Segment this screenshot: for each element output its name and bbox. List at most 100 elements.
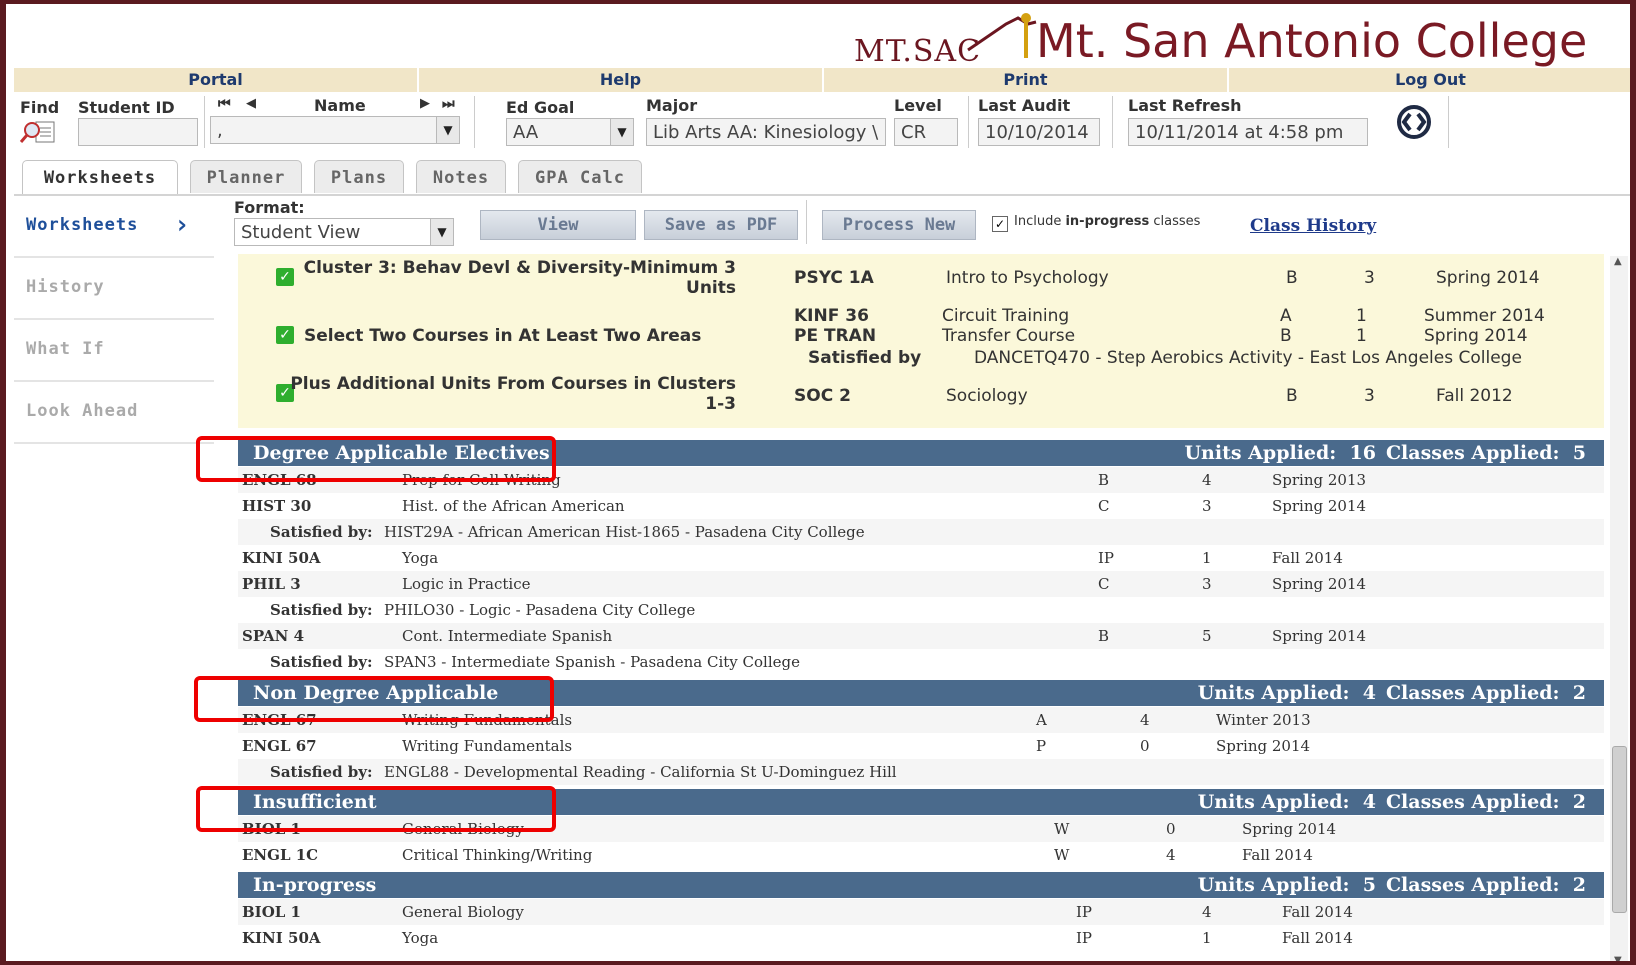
requirement-title-line: Cluster 3: Behav Devl & Diversity-Minimu… — [303, 258, 736, 278]
vertical-scrollbar[interactable]: ▲ ▼ — [1610, 256, 1628, 961]
tab-gpa-calc[interactable]: GPA Calc — [518, 160, 642, 193]
course-term: Spring 2014 — [1272, 627, 1367, 645]
class-history-link[interactable]: Class History — [1250, 216, 1376, 236]
course-row: BIOL 1 General Biology IP 4 Fall 2014 — [238, 899, 1604, 925]
level-field[interactable]: CR — [894, 118, 958, 146]
college-name: Mt. San Antonio College — [1036, 14, 1588, 68]
classes-applied-value: 2 — [1572, 682, 1586, 704]
course-title: Cont. Intermediate Spanish — [402, 627, 613, 645]
course-code: KINI 50A — [242, 929, 321, 947]
course-code: SPAN 4 — [242, 627, 305, 645]
last-audit-field: 10/10/2014 — [978, 118, 1100, 146]
course-units: 3 — [1202, 575, 1212, 593]
course-units: 3 — [1364, 268, 1375, 288]
top-navigation: Portal Help Print Log Out — [14, 68, 1630, 92]
scrollbar-thumb[interactable] — [1612, 746, 1627, 913]
format-select[interactable]: Student View ▼ — [234, 218, 454, 246]
course-row: KINI 50A Yoga IP 1 Fall 2014 — [238, 925, 1604, 951]
classes-applied-label: Classes Applied: — [1385, 791, 1560, 813]
complete-check-icon: ✓ — [276, 326, 294, 344]
satisfied-by-row: Satisfied by: HIST29A - African American … — [238, 519, 1604, 545]
course-grade: W — [1054, 820, 1070, 838]
name-value: , — [217, 120, 223, 141]
units-applied-label: Units Applied: — [1197, 874, 1350, 896]
requirement-title-line: Units — [686, 278, 736, 298]
last-audit-label: Last Audit — [978, 96, 1071, 115]
classes-applied: Classes Applied: 2 — [1386, 789, 1586, 815]
highlight-box — [196, 786, 556, 832]
course-units: 1 — [1202, 929, 1212, 947]
student-id-input[interactable] — [78, 118, 198, 146]
course-grade: IP — [1076, 929, 1093, 947]
course-units: 4 — [1202, 471, 1212, 489]
chevron-down-icon[interactable]: ▼ — [610, 119, 633, 145]
requirement-title: Cluster 3: Behav Devl & Diversity-Minimu… — [304, 258, 736, 298]
complete-check-icon: ✓ — [276, 268, 294, 286]
satisfied-by-text: DANCETQ470 - Step Aerobics Activity - Ea… — [974, 348, 1522, 368]
nav-log-out[interactable]: Log Out — [1229, 68, 1630, 92]
classes-applied-value: 2 — [1572, 791, 1586, 813]
nav-portal[interactable]: Portal — [14, 68, 419, 92]
scroll-up-icon[interactable]: ▲ — [1614, 256, 1622, 267]
major-field[interactable]: Lib Arts AA: Kinesiology \ — [646, 118, 886, 146]
course-term: Spring 2014 — [1436, 268, 1540, 288]
chevron-down-icon[interactable]: ▼ — [436, 117, 459, 143]
course-row: PHIL 3 Logic in Practice C 3 Spring 2014 — [238, 571, 1604, 597]
course-grade: B — [1098, 627, 1110, 645]
sidenav-what-if[interactable]: What If — [14, 320, 214, 382]
format-value: Student View — [241, 222, 361, 243]
course-title: Intro to Psychology — [946, 268, 1109, 288]
units-applied-value: 5 — [1362, 874, 1376, 896]
course-units: 1 — [1356, 306, 1367, 326]
sidenav-worksheets-label: Worksheets — [26, 215, 139, 235]
last-refresh-field: 10/11/2014 at 4:58 pm — [1128, 118, 1368, 146]
nav-help[interactable]: Help — [419, 68, 824, 92]
save-as-pdf-button[interactable]: Save as PDF — [644, 210, 798, 240]
ed-goal-value: AA — [513, 122, 539, 143]
sidenav-history[interactable]: History — [14, 258, 214, 320]
refresh-icon[interactable] — [1394, 104, 1434, 140]
nav-print[interactable]: Print — [824, 68, 1229, 92]
tab-planner[interactable]: Planner — [190, 160, 302, 193]
previous-record-icon[interactable]: ◀ — [246, 96, 256, 111]
divider — [474, 96, 475, 148]
course-grade: B — [1098, 471, 1110, 489]
classes-applied-value: 2 — [1572, 874, 1586, 896]
next-record-icon[interactable]: ▶ — [420, 96, 430, 111]
section-header: In-progress Units Applied: 5 Classes Appli… — [238, 872, 1604, 898]
course-code: HIST 30 — [242, 497, 312, 515]
find-magnifier-icon[interactable] — [18, 118, 60, 146]
highlight-box — [194, 676, 554, 722]
satisfied-by-row: Satisfied by: ENGL88 - Developmental Read… — [238, 759, 1604, 785]
satisfied-by-text: SPAN3 - Intermediate Spanish - Pasadena … — [384, 653, 800, 671]
sidenav-look-ahead[interactable]: Look Ahead — [14, 382, 214, 444]
course-title: Yoga — [402, 929, 439, 947]
find-label: Find — [20, 98, 60, 117]
tab-plans[interactable]: Plans — [314, 160, 404, 193]
satisfied-by-text: ENGL88 - Developmental Reading - Califor… — [384, 763, 897, 781]
tab-worksheets[interactable]: Worksheets — [22, 160, 178, 195]
units-applied: Units Applied: 5 — [1198, 872, 1376, 898]
units-applied: Units Applied: 4 — [1198, 680, 1376, 706]
first-record-icon[interactable]: ⏮ — [218, 96, 231, 112]
name-select[interactable]: , ▼ — [210, 116, 460, 144]
tab-notes[interactable]: Notes — [416, 160, 506, 193]
side-navigation: Worksheets › History What If Look Ahead — [14, 196, 214, 444]
course-row: HIST 30 Hist. of the African American C 3 Sp… — [238, 493, 1604, 519]
course-term: Fall 2014 — [1272, 549, 1343, 567]
section-title: In-progress — [253, 874, 377, 896]
divider — [1112, 96, 1113, 148]
sidenav-worksheets[interactable]: Worksheets › — [14, 196, 214, 258]
view-button[interactable]: View — [480, 210, 636, 240]
satisfied-by-row: Satisfied by: SPAN3 - Intermediate Spanis… — [238, 649, 1604, 675]
ed-goal-select[interactable]: AA ▼ — [506, 118, 634, 146]
chevron-down-icon[interactable]: ▼ — [430, 219, 453, 245]
course-grade: C — [1098, 497, 1110, 515]
satisfied-by-label: Satisfied by: — [270, 523, 373, 541]
scroll-down-icon[interactable]: ▼ — [1614, 955, 1622, 961]
last-record-icon[interactable]: ⏭ — [442, 96, 455, 112]
course-term: Winter 2013 — [1216, 711, 1311, 729]
process-new-button[interactable]: Process New — [822, 210, 976, 240]
course-code: PSYC 1A — [794, 268, 874, 288]
include-in-progress-checkbox[interactable]: ✓ — [992, 216, 1008, 232]
